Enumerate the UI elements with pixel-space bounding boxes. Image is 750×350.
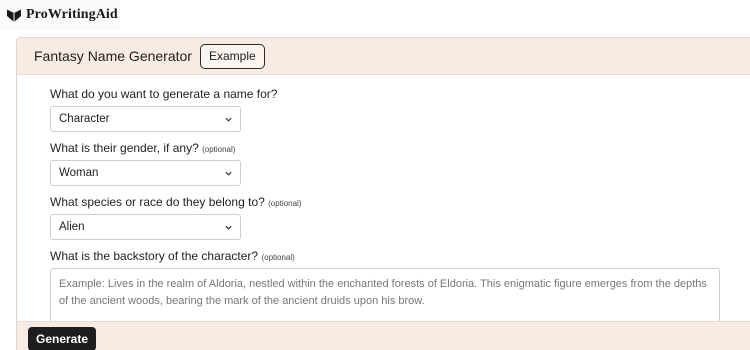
logo[interactable]: ProWritingAid	[6, 7, 118, 23]
chevron-down-icon	[225, 225, 232, 230]
heart-book-icon	[7, 9, 21, 22]
type-select[interactable]: Character	[50, 106, 241, 132]
gender-select-value: Woman	[59, 167, 99, 179]
brand-name: ProWritingAid	[26, 7, 118, 22]
optional-tag: (optional)	[268, 199, 302, 208]
card-header: Fantasy Name Generator Example	[17, 38, 750, 75]
chevron-down-icon	[225, 117, 232, 122]
species-field: What species or race do they belong to? …	[50, 194, 720, 240]
backstory-label: What is the backstory of the character? …	[50, 249, 295, 263]
optional-tag: (optional)	[261, 253, 295, 262]
generate-button[interactable]: Generate	[28, 327, 97, 350]
type-select-value: Character	[59, 113, 110, 125]
gender-select[interactable]: Woman	[50, 160, 241, 186]
brand-bar: ProWritingAid	[0, 0, 120, 30]
generator-card: Fantasy Name Generator Example What do y…	[16, 37, 750, 350]
type-label: What do you want to generate a name for?	[50, 87, 278, 101]
chevron-down-icon	[225, 171, 232, 176]
species-label: What species or race do they belong to? …	[50, 195, 302, 209]
optional-tag: (optional)	[202, 145, 236, 154]
card-footer: Generate	[17, 321, 750, 350]
species-select-value: Alien	[59, 221, 85, 233]
gender-field: What is their gender, if any? (optional)…	[50, 140, 720, 186]
gender-label: What is their gender, if any? (optional)	[50, 141, 236, 155]
generator-form: What do you want to generate a name for?…	[50, 86, 720, 346]
example-button[interactable]: Example	[199, 43, 265, 69]
species-select[interactable]: Alien	[50, 214, 241, 240]
type-field: What do you want to generate a name for?…	[50, 86, 720, 132]
page-title: Fantasy Name Generator	[34, 48, 192, 64]
